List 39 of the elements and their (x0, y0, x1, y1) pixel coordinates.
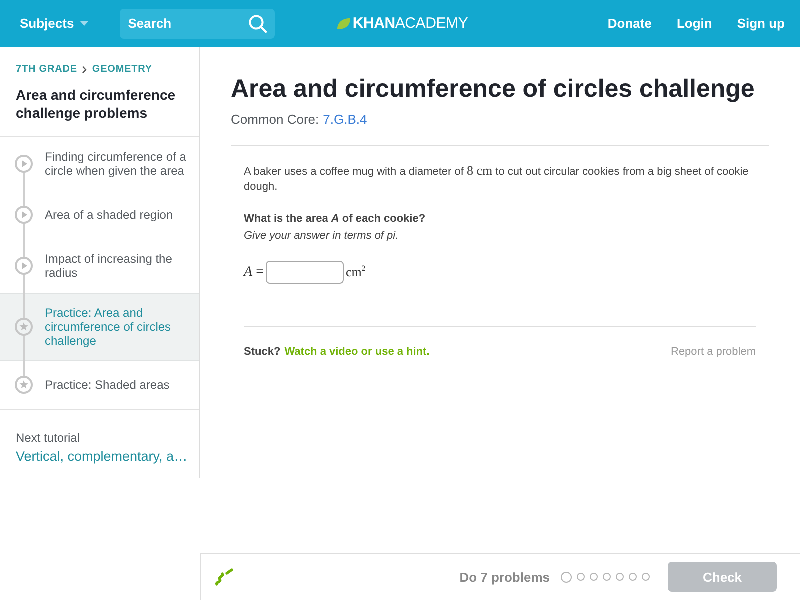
problem-text: A baker uses a coffee mug with a diameter of 8 cm to cut out circular cookies from a big sheet of cookie dough. (244, 163, 750, 195)
report-link[interactable]: Report a problem (671, 346, 756, 358)
equation-label: A = (244, 264, 264, 280)
instruction-text: Give your answer in terms of pi. (244, 229, 400, 244)
search-icon[interactable] (249, 14, 268, 32)
star-circle-icon (15, 318, 33, 336)
tutorial-title: Area and circumference challenge problems (16, 86, 177, 122)
logo-text[interactable]: KHANACADEMY (352, 15, 468, 32)
next-tutorial-link[interactable]: Vertical, complementary, a… (16, 448, 188, 465)
tutorial-item[interactable]: Finding circumference of a circle when given the area (0, 137, 199, 191)
unit-label: cm$^{2}$ (346, 264, 366, 281)
leaf-icon[interactable] (336, 18, 351, 30)
tutorial-item[interactable]: Practice: Shaded areas (0, 361, 199, 409)
squiggle-icon[interactable] (213, 566, 235, 588)
breadcrumb-link[interactable]: 7TH GRADE (16, 64, 78, 75)
tutorial-item[interactable]: Practice: Area and circumference of circles challenge (0, 293, 199, 361)
question-text: What is the area A of each cookie? (244, 212, 427, 227)
nav-link[interactable]: Sign up (737, 16, 785, 31)
next-tutorial-label: Next tutorial (16, 431, 82, 446)
standard-link[interactable]: 7.G.B.4 (323, 112, 368, 128)
task-label: Do 7 problems (460, 570, 550, 584)
breadcrumb-link[interactable]: GEOMETRY (92, 64, 152, 75)
star-circle-icon (15, 376, 33, 394)
subjects-menu-button[interactable]: Subjects (20, 16, 90, 31)
hint-link[interactable]: Watch a video or use a hint. (284, 346, 430, 358)
play-circle-icon (15, 155, 33, 173)
tutorial-item[interactable]: Area of a shaded region (0, 191, 199, 239)
chevron-icon (82, 66, 88, 74)
standard-label: Common Core: (231, 112, 320, 128)
caret-icon (80, 21, 90, 26)
play-circle-icon (15, 257, 33, 275)
answer-field[interactable] (266, 261, 344, 284)
tutorial-item[interactable]: Impact of increasing the radius (0, 239, 199, 293)
exercise-title: Area and circumference of circles challenge (231, 74, 756, 104)
nav-link[interactable]: Login (676, 16, 712, 31)
nav-link[interactable]: Donate (608, 16, 652, 31)
play-circle-icon (15, 206, 33, 224)
search-field[interactable]: Search (120, 8, 276, 38)
stuck-label: Stuck? (244, 346, 281, 358)
